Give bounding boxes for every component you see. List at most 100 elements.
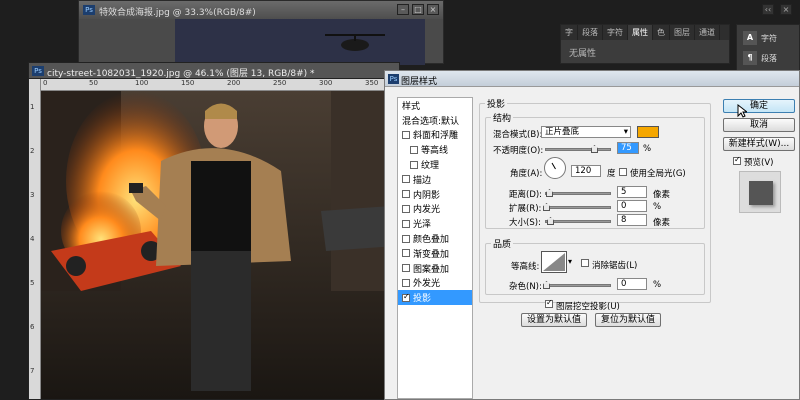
style-checkbox[interactable] xyxy=(402,190,410,199)
ruler-vertical[interactable]: 1 2 3 4 5 6 7 xyxy=(29,79,41,399)
angle-input[interactable]: 120 xyxy=(571,165,601,177)
ruler-tick: 5 xyxy=(30,279,35,287)
size-unit: 像素 xyxy=(653,218,671,228)
chevron-down-icon[interactable]: ▾ xyxy=(568,257,572,266)
distance-input[interactable]: 5 xyxy=(617,186,647,198)
style-list-item[interactable]: 纹理 xyxy=(398,157,472,172)
style-list-label: 等高线 xyxy=(421,146,449,157)
document-canvas[interactable] xyxy=(41,91,399,399)
style-list-item[interactable]: 图案叠加 xyxy=(398,261,472,276)
distance-slider[interactable] xyxy=(545,189,611,197)
style-list-item[interactable]: 样式 xyxy=(398,98,472,113)
tab-character-styles[interactable]: 字符 xyxy=(603,25,628,40)
style-checkbox[interactable] xyxy=(410,145,418,154)
size-slider[interactable] xyxy=(545,217,611,225)
antialias-checkbox[interactable] xyxy=(581,259,589,267)
style-checkbox[interactable] xyxy=(402,264,410,273)
contour-picker[interactable] xyxy=(541,251,567,273)
style-list-label: 光泽 xyxy=(413,220,432,231)
structure-title: 结构 xyxy=(491,111,514,124)
tab-paragraph[interactable]: 段落 xyxy=(578,25,603,40)
style-checkbox[interactable] xyxy=(402,249,410,258)
style-list-item[interactable]: 等高线 xyxy=(398,142,472,157)
background-document-window[interactable]: Ps 特效合成海报.jpg @ 33.3%(RGB/8#) – □ × xyxy=(78,0,444,65)
character-icon: A xyxy=(743,31,757,45)
preview-square xyxy=(749,181,773,205)
main-document-tab[interactable]: Ps city-street-1082031_1920.jpg @ 46.1% … xyxy=(29,63,399,79)
knockout-checkbox[interactable] xyxy=(545,298,553,308)
dialog-titlebar[interactable]: Ps 图层样式 xyxy=(385,71,799,87)
tab-layers[interactable]: 图层 xyxy=(670,25,695,40)
style-checkbox[interactable] xyxy=(402,130,410,139)
maximize-icon[interactable]: □ xyxy=(412,4,424,15)
spread-unit: % xyxy=(653,202,662,212)
tab-character[interactable]: 字 xyxy=(561,25,578,40)
cancel-button[interactable]: 取消 xyxy=(723,118,795,132)
style-checkbox[interactable] xyxy=(402,204,410,213)
style-list-label: 投影 xyxy=(413,294,432,305)
photoshop-icon: Ps xyxy=(388,74,399,84)
tab-properties[interactable]: 属性 xyxy=(628,25,653,40)
style-checkbox[interactable] xyxy=(402,175,410,184)
ruler-tick: 7 xyxy=(30,367,35,375)
style-list-label: 斜面和浮雕 xyxy=(413,131,459,142)
layer-style-dialog: Ps 图层样式 样式 混合选项:默认斜面和浮雕等高线 纹理 描边 内阴影 内发光光泽 颜色叠… xyxy=(384,70,800,400)
ruler-tick: 1 xyxy=(30,103,35,111)
style-list-item[interactable]: 外发光 xyxy=(398,276,472,291)
style-checkbox[interactable] xyxy=(402,234,410,243)
preview-swatch xyxy=(739,171,781,213)
shadow-color-swatch[interactable] xyxy=(637,126,659,138)
angle-dial[interactable] xyxy=(544,157,566,179)
opacity-slider[interactable] xyxy=(545,145,611,153)
style-checkbox[interactable] xyxy=(402,219,410,228)
style-list-item[interactable]: 描边 xyxy=(398,172,472,187)
ruler-tick: 150 xyxy=(181,79,195,87)
ruler-tick: 2 xyxy=(30,147,35,155)
ruler-horizontal[interactable]: 0 50 100 150 200 250 300 350 xyxy=(41,79,399,91)
style-list-item[interactable]: 内发光 xyxy=(398,202,472,217)
style-list-item[interactable]: 投影 xyxy=(398,290,472,306)
character-panel-shortcut[interactable]: A 字符 xyxy=(737,25,799,45)
blend-mode-select[interactable]: 正片叠底 ▾ xyxy=(541,126,631,138)
noise-input[interactable]: 0 xyxy=(617,278,647,290)
paragraph-icon: ¶ xyxy=(743,51,757,65)
style-checkbox[interactable] xyxy=(410,160,418,169)
style-checkbox[interactable] xyxy=(402,292,410,302)
style-list-item[interactable]: 渐变叠加 xyxy=(398,246,472,261)
noise-slider[interactable] xyxy=(543,281,611,289)
size-label: 大小(S): xyxy=(509,218,541,228)
size-input[interactable]: 8 xyxy=(617,214,647,226)
tab-color[interactable]: 色 xyxy=(653,25,670,40)
style-list-item[interactable]: 颜色叠加 xyxy=(398,231,472,246)
style-list-item[interactable]: 内阴影 xyxy=(398,187,472,202)
paragraph-panel-shortcut[interactable]: ¶ 段落 xyxy=(737,45,799,65)
close-panels-icon[interactable]: × xyxy=(780,4,792,15)
opacity-input[interactable]: 75 xyxy=(617,142,639,154)
style-list-item[interactable]: 斜面和浮雕 xyxy=(398,128,472,143)
close-icon[interactable]: × xyxy=(427,4,439,15)
background-document-titlebar[interactable]: Ps 特效合成海报.jpg @ 33.3%(RGB/8#) – □ × xyxy=(79,1,443,19)
style-list-label: 渐变叠加 xyxy=(413,249,450,260)
ruler-tick: 0 xyxy=(43,79,48,87)
collapse-panels-icon[interactable]: ‹‹ xyxy=(762,4,774,15)
minimize-icon[interactable]: – xyxy=(397,4,409,15)
photoshop-icon: Ps xyxy=(32,66,44,76)
reset-default-button[interactable]: 复位为默认值 xyxy=(595,313,661,327)
style-list-item[interactable]: 光泽 xyxy=(398,216,472,231)
new-style-button[interactable]: 新建样式(W)... xyxy=(723,137,795,151)
global-light-checkbox[interactable] xyxy=(619,168,627,176)
spread-slider[interactable] xyxy=(543,203,611,211)
set-default-button[interactable]: 设置为默认值 xyxy=(521,313,587,327)
ok-button[interactable]: 确定 xyxy=(723,99,795,113)
tab-channels[interactable]: 通道 xyxy=(695,25,720,40)
angle-label: 角度(A): xyxy=(510,169,543,179)
character-label: 字符 xyxy=(761,33,777,43)
style-list-item[interactable]: 混合选项:默认 xyxy=(398,113,472,128)
spread-input[interactable]: 0 xyxy=(617,200,647,212)
distance-label: 距离(D): xyxy=(509,190,543,200)
paragraph-label: 段落 xyxy=(761,53,777,63)
style-checkbox[interactable] xyxy=(402,278,410,287)
preview-checkbox[interactable] xyxy=(733,155,741,165)
main-document-window[interactable]: Ps city-street-1082031_1920.jpg @ 46.1% … xyxy=(28,62,400,400)
angle-unit: 度 xyxy=(607,169,616,179)
